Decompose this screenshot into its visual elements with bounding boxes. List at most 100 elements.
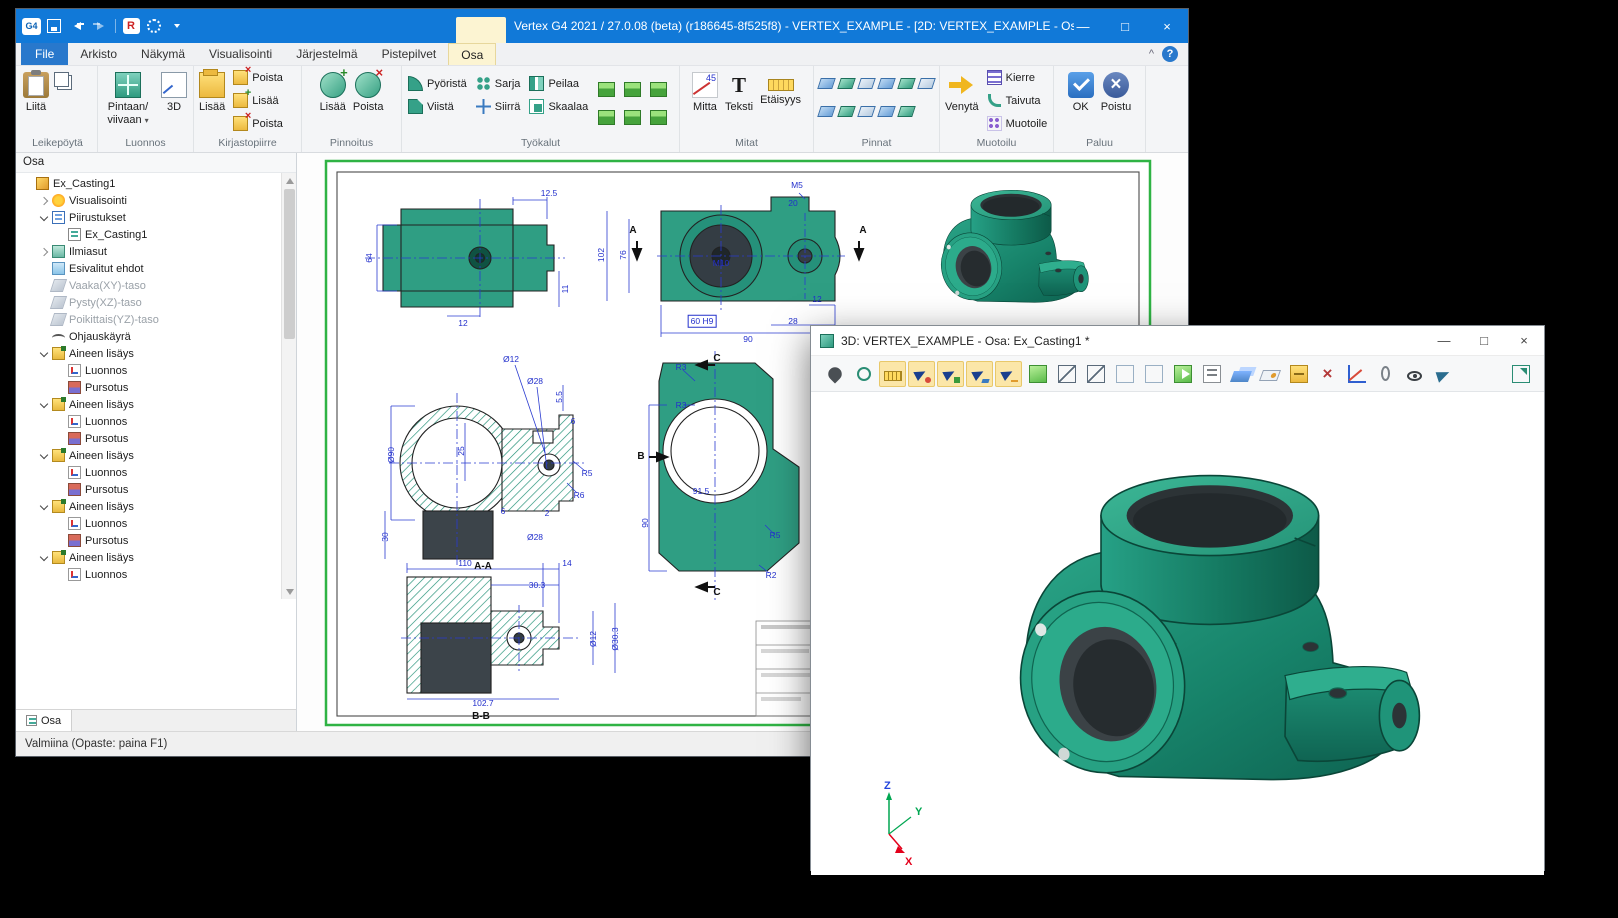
surface-tool-10-button[interactable] — [877, 98, 896, 125]
delete-button[interactable] — [1314, 361, 1341, 387]
surface-tool-9-button[interactable] — [857, 98, 876, 125]
tab-visualisointi[interactable]: Visualisointi — [197, 43, 284, 65]
maximize-button[interactable]: □ — [1104, 9, 1146, 43]
tree-scrollbar[interactable] — [281, 173, 296, 599]
tab-file[interactable]: File — [21, 43, 68, 65]
settings-gear-icon[interactable] — [147, 19, 161, 33]
surface-tool-4-button[interactable] — [877, 70, 896, 97]
3d-minimize-button[interactable]: — — [1424, 326, 1464, 355]
bend-button[interactable]: Taivuta — [984, 91, 1051, 110]
thread-button[interactable]: Kierre — [984, 68, 1051, 87]
surface-tool-7-button[interactable] — [817, 98, 836, 125]
tree-item-ex-casting1[interactable]: Ex_Casting1 — [18, 175, 280, 192]
tree-item-ilmiasut[interactable]: Ilmiasut — [18, 243, 280, 260]
redo-icon[interactable] — [90, 17, 110, 35]
scroll-down-icon[interactable] — [284, 586, 295, 597]
library-add-small-button[interactable]: Lisää — [230, 91, 286, 110]
paste-button[interactable]: Liitä — [21, 68, 51, 115]
solid-tool-4-button[interactable] — [594, 104, 618, 130]
scroll-up-icon[interactable] — [284, 175, 295, 186]
tab-nakyma[interactable]: Näkymä — [129, 43, 197, 65]
box-view-button[interactable] — [1111, 361, 1138, 387]
tree-item-visualisointi[interactable]: Visualisointi — [18, 192, 280, 209]
app-logo-icon[interactable]: G4 — [22, 18, 41, 35]
tree-item-ex-casting1[interactable]: Ex_Casting1 — [18, 226, 280, 243]
solid-tool-1-button[interactable] — [594, 76, 618, 102]
copy-icon[interactable] — [54, 72, 69, 87]
sketch-on-face-button[interactable]: Pintaan/ viivaan ▾ — [101, 68, 155, 127]
archive-button[interactable] — [1285, 361, 1312, 387]
fly-through-button[interactable] — [1430, 361, 1457, 387]
visibility-button[interactable] — [1401, 361, 1428, 387]
surface-tool-3-button[interactable] — [857, 70, 876, 97]
tree-item-pysty-xz-taso[interactable]: Pysty(XZ)-taso — [18, 294, 280, 311]
tree-item-pursotus[interactable]: Pursotus — [18, 532, 280, 549]
collapse-arrow-icon[interactable] — [38, 212, 50, 224]
expand-arrow-icon[interactable] — [38, 195, 50, 207]
stretch-button[interactable]: Venytä — [943, 68, 981, 115]
surface-tool-1-button[interactable] — [817, 70, 836, 97]
help-icon[interactable]: ? — [1162, 46, 1178, 62]
tree-item-aineen-lis-ys[interactable]: Aineen lisäys — [18, 447, 280, 464]
tree-item-piirustukset[interactable]: Piirustukset — [18, 209, 280, 226]
transparent-view-button[interactable] — [1140, 361, 1167, 387]
tree-item-luonnos[interactable]: Luonnos — [18, 515, 280, 532]
close-button[interactable]: × — [1146, 9, 1188, 43]
tree-item-ohjausk-yr-[interactable]: Ohjauskäyrä — [18, 328, 280, 345]
library-delete-2-button[interactable]: Poista — [230, 114, 286, 133]
collapse-arrow-icon[interactable] — [38, 348, 50, 360]
tree-item-aineen-lis-ys[interactable]: Aineen lisäys — [18, 549, 280, 566]
collapse-arrow-icon[interactable] — [38, 399, 50, 411]
surface-tool-6-button[interactable] — [917, 70, 936, 97]
tree-item-luonnos[interactable]: Luonnos — [18, 464, 280, 481]
tree-item-pursotus[interactable]: Pursotus — [18, 481, 280, 498]
dimension-button[interactable]: Mitta — [690, 68, 720, 115]
surface-tool-2-button[interactable] — [837, 70, 856, 97]
collapse-arrow-icon[interactable] — [38, 501, 50, 513]
collapse-arrow-icon[interactable] — [38, 552, 50, 564]
tree-item-esivalitut-ehdot[interactable]: Esivalitut ehdot — [18, 260, 280, 277]
tree-item-luonnos[interactable]: Luonnos — [18, 566, 280, 583]
feature-list-button[interactable] — [1198, 361, 1225, 387]
3d-viewport[interactable]: Z Y X — [811, 392, 1544, 875]
fillet-button[interactable]: Pyöristä — [405, 74, 470, 93]
surface-tool-8-button[interactable] — [837, 98, 856, 125]
tab-pistepilvet[interactable]: Pistepilvet — [370, 43, 449, 65]
measure-button[interactable] — [879, 361, 906, 387]
sketch-3d-button[interactable]: 3D — [158, 68, 190, 115]
snap-cursor-button[interactable] — [937, 361, 964, 387]
sketch-plane-button[interactable] — [1256, 361, 1283, 387]
shaded-view-button[interactable] — [1024, 361, 1051, 387]
solid-tool-6-button[interactable] — [646, 104, 670, 130]
wireframe-view-button[interactable] — [1053, 361, 1080, 387]
tree-item-luonnos[interactable]: Luonnos — [18, 413, 280, 430]
scale-button[interactable]: Skaalaa — [526, 97, 591, 116]
qat-dropdown-icon[interactable] — [167, 17, 187, 35]
tree-item-aineen-lis-ys[interactable]: Aineen lisäys — [18, 345, 280, 362]
library-delete-button[interactable]: Poista — [230, 68, 286, 87]
library-add-button[interactable]: Lisää — [197, 68, 227, 115]
exit-button[interactable]: Poistu — [1099, 68, 1134, 115]
tree-item-pursotus[interactable]: Pursotus — [18, 379, 280, 396]
surface-tool-11-button[interactable] — [897, 98, 916, 125]
chamfer-button[interactable]: Viistä — [405, 97, 470, 116]
expand-arrow-icon[interactable] — [38, 246, 50, 258]
collapse-ribbon-icon[interactable]: ^ — [1149, 48, 1154, 60]
coating-delete-button[interactable]: Poista — [351, 68, 386, 115]
move-button[interactable]: Siirrä — [473, 97, 524, 116]
ok-button[interactable]: OK — [1066, 68, 1096, 115]
tab-osa[interactable]: Osa — [448, 43, 496, 65]
attach-button[interactable] — [1372, 361, 1399, 387]
pattern-button[interactable]: Sarja — [473, 74, 524, 93]
3d-close-button[interactable]: × — [1504, 326, 1544, 355]
snap-face-button[interactable] — [966, 361, 993, 387]
coating-add-button[interactable]: Lisää — [318, 68, 348, 115]
update-model-button[interactable] — [1169, 361, 1196, 387]
solid-tool-2-button[interactable] — [620, 76, 644, 102]
mirror-button[interactable]: Peilaa — [526, 74, 591, 93]
tab-arkisto[interactable]: Arkisto — [68, 43, 129, 65]
solid-tool-3-button[interactable] — [646, 76, 670, 102]
layers-button[interactable] — [1227, 361, 1254, 387]
tab-jarjestelma[interactable]: Järjestelmä — [284, 43, 369, 65]
undo-icon[interactable] — [67, 17, 87, 35]
